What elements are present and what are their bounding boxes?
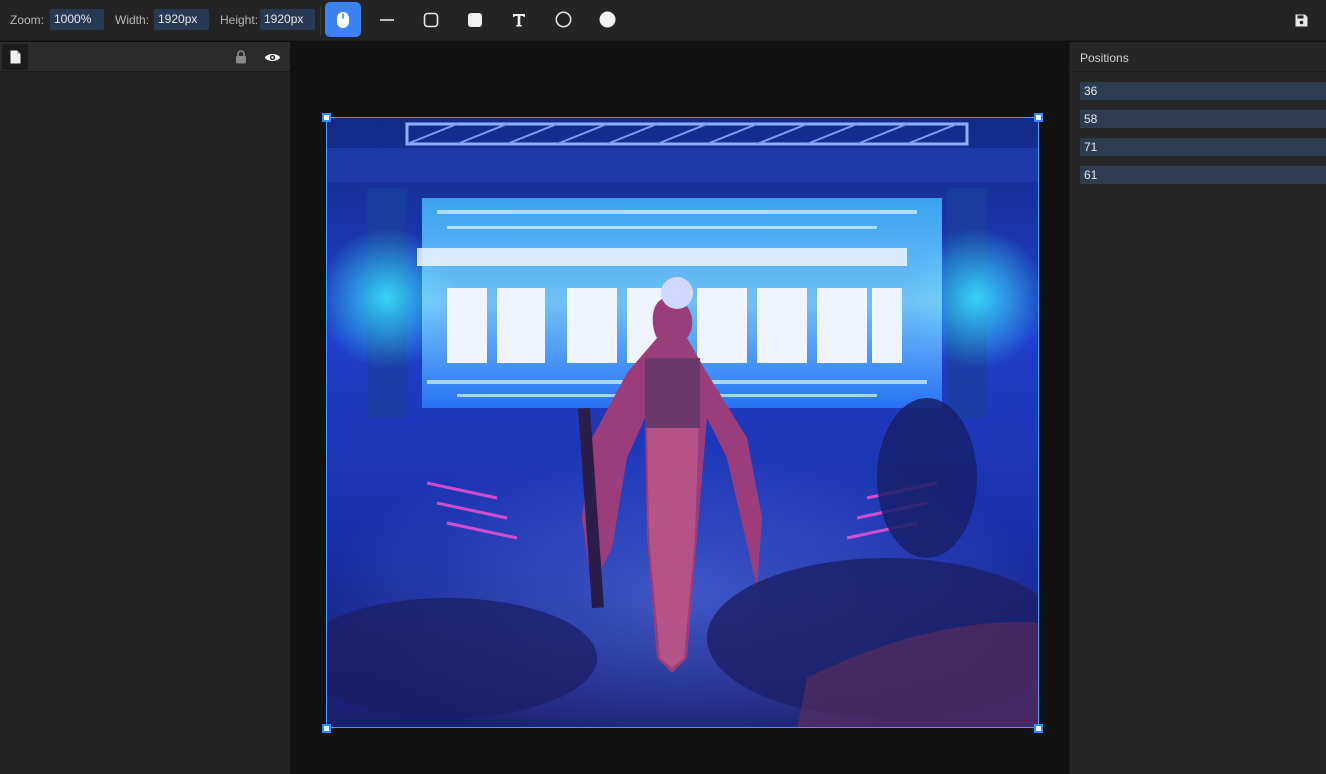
height-input[interactable]: 1920px [260, 9, 315, 30]
height-label: Height: [220, 13, 259, 27]
layer-thumbnail [2, 44, 28, 70]
line-tool-button[interactable] [369, 2, 405, 37]
circle-tool-button[interactable] [545, 2, 581, 37]
toolbar: Zoom: 1000% Width: 1920px Height: 1920px [0, 0, 1326, 41]
circle-outline-icon [555, 11, 571, 28]
filled-circle-tool-button[interactable] [589, 2, 625, 37]
save-button[interactable] [1290, 9, 1312, 31]
lock-icon [236, 50, 246, 64]
line-icon [380, 18, 394, 21]
layer-item[interactable] [0, 42, 290, 72]
resize-handle-top-left[interactable] [322, 113, 331, 122]
artwork-image [327, 118, 1038, 727]
resize-handle-top-right[interactable] [1034, 113, 1043, 122]
rounded-rect-tool-button[interactable] [413, 2, 449, 37]
rounded-square-outline-icon [423, 12, 439, 27]
layers-panel [0, 42, 290, 774]
circle-filled-icon [599, 11, 615, 28]
rounded-square-filled-icon [468, 12, 482, 27]
width-input[interactable]: 1920px [154, 9, 209, 30]
positions-header: Positions [1070, 42, 1326, 72]
select-tool-button[interactable] [325, 2, 361, 37]
resize-handle-bottom-right[interactable] [1034, 724, 1043, 733]
toolbar-divider [320, 6, 321, 36]
width-label: Width: [115, 13, 150, 27]
file-icon [10, 50, 20, 64]
canvas-area[interactable] [290, 42, 1069, 774]
positions-title: Positions [1080, 51, 1129, 65]
zoom-label: Zoom: [10, 13, 45, 27]
position-field-1[interactable]: 36 [1080, 82, 1326, 100]
resize-handle-bottom-left[interactable] [322, 724, 331, 733]
eye-icon [264, 53, 280, 61]
position-field-4[interactable]: 61 [1080, 166, 1326, 184]
mouse-icon [337, 11, 349, 28]
text-tool-button[interactable] [501, 2, 537, 37]
filled-rect-tool-button[interactable] [457, 2, 493, 37]
position-field-2[interactable]: 58 [1080, 110, 1326, 128]
canvas-artwork[interactable] [326, 117, 1039, 728]
zoom-input[interactable]: 1000% [50, 9, 104, 30]
layer-visibility-button[interactable] [263, 49, 281, 65]
positions-panel: Positions 36 58 71 61 [1069, 42, 1326, 774]
layer-lock-button[interactable] [233, 49, 249, 65]
position-field-3[interactable]: 71 [1080, 138, 1326, 156]
floppy-disk-icon [1295, 14, 1307, 26]
text-t-icon [513, 13, 525, 26]
